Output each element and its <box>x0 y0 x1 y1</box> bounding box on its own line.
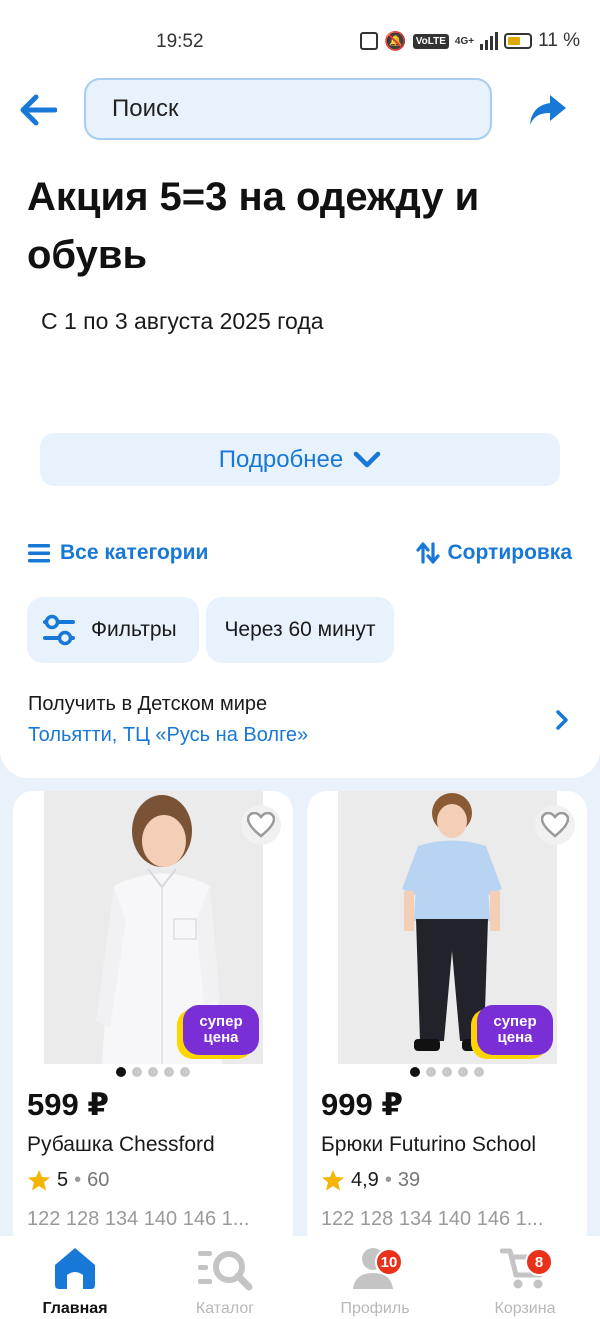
pager-dot <box>410 1067 420 1077</box>
sort-label: Сортировка <box>447 541 573 564</box>
menu-lines-icon <box>28 544 50 563</box>
nav-profile-label: Профиль <box>340 1300 410 1317</box>
nav-home[interactable]: Главная <box>15 1242 135 1318</box>
catalog-search-icon <box>198 1251 253 1291</box>
pager-dot <box>458 1067 468 1077</box>
product-price: 599 ₽ <box>27 1087 109 1122</box>
rating-value: 4,9 <box>351 1169 379 1191</box>
battery-percent: 11 % <box>538 30 580 51</box>
rating-value: 5 <box>57 1169 69 1191</box>
pager-dot <box>474 1067 484 1077</box>
network-label: 4G+ <box>454 35 475 47</box>
nav-home-icon-wrap <box>45 1242 105 1294</box>
nav-cart-label: Корзина <box>494 1300 556 1317</box>
pickup-store-link[interactable]: Тольятти, ТЦ «Русь на Волге» <box>28 724 308 747</box>
product-price: 999 ₽ <box>321 1087 403 1122</box>
product-rating: 4,9 • 39 <box>321 1169 420 1192</box>
image-pager-dots <box>307 1067 587 1077</box>
status-icons: 🔕 VoLTE 4G+ 11 % <box>360 30 580 52</box>
sort-button[interactable]: Сортировка <box>415 541 573 565</box>
product-name: Брюки Futurino School <box>321 1133 537 1156</box>
sort-arrows-icon <box>415 542 440 564</box>
pager-dot <box>132 1067 142 1077</box>
filters-chip[interactable]: Фильтры <box>27 597 199 663</box>
signal-icon <box>480 32 499 50</box>
delivery-time-chip[interactable]: Через 60 минут <box>206 597 394 663</box>
cart-count-badge: 8 <box>525 1248 553 1276</box>
delivery-time-label: Через 60 минут <box>224 618 376 641</box>
filters-label: Фильтры <box>91 618 177 641</box>
badge-line-2: цена <box>203 1029 239 1046</box>
star-icon <box>28 1170 50 1191</box>
nav-catalog[interactable]: Каталог <box>165 1242 285 1318</box>
review-count: 60 <box>87 1169 110 1191</box>
badge-line-1: супер <box>199 1013 243 1030</box>
search-input[interactable] <box>84 78 492 140</box>
share-icon <box>530 95 566 125</box>
pickup-label: Получить в Детском мире <box>28 693 268 715</box>
product-card[interactable]: супер цена 599 ₽ Рубашка Chessford 5 • 6… <box>13 791 293 1251</box>
pager-dot <box>180 1067 190 1077</box>
super-price-badge: супер цена <box>477 1005 553 1055</box>
nav-profile-icon-wrap: 10 <box>345 1242 405 1294</box>
nfc-icon <box>360 32 379 50</box>
pickup-chevron-button[interactable] <box>552 708 572 732</box>
nav-cart-icon-wrap: 8 <box>495 1242 555 1294</box>
nav-catalog-icon-wrap <box>195 1242 255 1294</box>
product-card[interactable]: супер цена 999 ₽ Брюки Futurino School 4… <box>307 791 587 1251</box>
product-sizes: 122 128 134 140 146 1... <box>27 1208 250 1230</box>
heart-icon <box>541 812 569 838</box>
product-rating: 5 • 60 <box>27 1169 109 1192</box>
favorite-button[interactable] <box>241 805 281 845</box>
nav-home-label: Главная <box>42 1300 108 1317</box>
product-sizes: 122 128 134 140 146 1... <box>321 1208 544 1230</box>
home-icon <box>55 1248 95 1289</box>
profile-notification-badge: 10 <box>375 1248 403 1276</box>
chevron-right-icon <box>556 710 568 730</box>
super-price-badge: супер цена <box>183 1005 259 1055</box>
badge-line-1: супер <box>493 1013 537 1030</box>
status-time: 19:52 <box>156 31 204 52</box>
nav-catalog-label: Каталог <box>195 1300 255 1317</box>
pager-dot <box>116 1067 126 1077</box>
nav-cart[interactable]: 8 Корзина <box>465 1242 585 1318</box>
share-button[interactable] <box>526 90 570 130</box>
all-categories-button[interactable]: Все категории <box>28 541 208 565</box>
badge-line-2: цена <box>497 1029 533 1046</box>
status-bar: 19:52 🔕 VoLTE 4G+ 11 % <box>0 0 600 70</box>
more-details-button[interactable]: Подробнее <box>40 433 560 486</box>
pager-dot <box>148 1067 158 1077</box>
pager-dot <box>426 1067 436 1077</box>
filter-sliders-icon <box>43 614 75 646</box>
bottom-nav: Главная Каталог 10 Профиль 8 Корзина <box>0 1236 600 1319</box>
heart-icon <box>247 812 275 838</box>
rating-separator: • <box>74 1169 82 1191</box>
star-icon <box>322 1170 344 1191</box>
nav-profile[interactable]: 10 Профиль <box>315 1242 435 1318</box>
promo-dates: С 1 по 3 августа 2025 года <box>41 308 324 334</box>
all-categories-label: Все категории <box>60 541 209 564</box>
back-button[interactable] <box>18 92 58 128</box>
review-count: 39 <box>397 1169 421 1191</box>
rating-separator: • <box>384 1169 392 1191</box>
image-pager-dots <box>13 1067 293 1077</box>
more-details-label: Подробнее <box>218 445 344 473</box>
page-title: Акция 5=3 на одежду и обувь <box>27 175 480 277</box>
battery-icon <box>504 33 533 49</box>
back-arrow-icon <box>20 94 57 126</box>
pager-dot <box>164 1067 174 1077</box>
mute-icon: 🔕 <box>384 30 407 51</box>
volte-icon: VoLTE <box>412 33 449 49</box>
chevron-down-icon <box>353 451 381 467</box>
product-name: Рубашка Chessford <box>27 1133 215 1156</box>
favorite-button[interactable] <box>535 805 575 845</box>
pager-dot <box>442 1067 452 1077</box>
